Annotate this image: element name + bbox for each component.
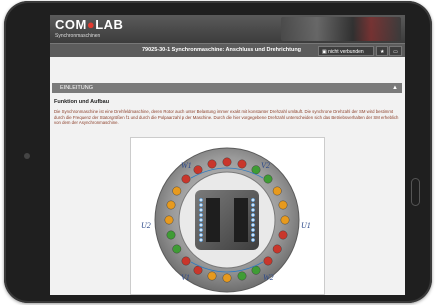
- favorite-button[interactable]: ★: [376, 46, 388, 56]
- rotor-coil-right: [250, 212, 256, 218]
- stator-conductor: [172, 186, 182, 196]
- tablet-frame: COM●LAB Synchronmaschinen 79025-30-1 Syn…: [4, 1, 432, 303]
- rotor-coil-left: [198, 207, 204, 213]
- stator-conductor: [222, 273, 232, 283]
- rotor-pole-left: [206, 198, 220, 242]
- connection-status-label: nicht verbunden: [328, 49, 364, 55]
- stator-conductor: [193, 165, 203, 175]
- page-title: 79025-30-1 Synchronmaschine: Anschluss u…: [142, 47, 302, 53]
- rotor-coil-right: [250, 202, 256, 208]
- stator-conductor: [272, 244, 282, 254]
- stator-conductor: [263, 174, 273, 184]
- synchronous-machine-diagram: W1 V2 U2 U1 V1 W2: [130, 137, 325, 295]
- stator-conductor: [280, 215, 290, 225]
- rotor-coil-right: [250, 227, 256, 233]
- section-label: EINLEITUNG: [60, 85, 94, 91]
- stator-conductor: [181, 256, 191, 266]
- rotor-coil-right: [250, 197, 256, 203]
- brand-logo: COM●LAB: [55, 17, 123, 32]
- app-screen: COM●LAB Synchronmaschinen 79025-30-1 Syn…: [50, 15, 405, 295]
- rotor-body: [195, 190, 259, 250]
- toolbar: 79025-30-1 Synchronmaschine: Anschluss u…: [50, 43, 405, 58]
- rotor-coil-left: [198, 217, 204, 223]
- section-heading: Funktion und Aufbau: [54, 99, 110, 105]
- stator-conductor: [193, 265, 203, 275]
- collapse-caret-icon[interactable]: ▲: [392, 83, 398, 93]
- home-button[interactable]: [411, 178, 420, 206]
- winding-label-w1: W1: [181, 161, 192, 170]
- winding-label-u2: U2: [141, 221, 151, 230]
- content-area: EINLEITUNG ▲ Funktion und Aufbau Die Syn…: [50, 57, 405, 295]
- brand-suffix: LAB: [95, 17, 124, 32]
- folder-icon: ▭: [393, 49, 398, 55]
- stator-conductor: [181, 174, 191, 184]
- stator-conductor: [251, 165, 261, 175]
- rotor-coil-left: [198, 232, 204, 238]
- folder-button[interactable]: ▭: [389, 46, 402, 56]
- stator-conductor: [166, 200, 176, 210]
- stator-conductor: [251, 265, 261, 275]
- rotor-pole-right: [234, 198, 248, 242]
- rotor-coil-left: [198, 237, 204, 243]
- stator-conductor: [164, 215, 174, 225]
- winding-label-u1: U1: [301, 221, 311, 230]
- stator-conductor: [166, 230, 176, 240]
- stator-conductor: [207, 159, 217, 169]
- intro-paragraph: Die Synchronmaschine ist eine Drehfeldma…: [54, 109, 399, 126]
- stator-conductor: [272, 186, 282, 196]
- winding-label-v1: V1: [181, 273, 190, 282]
- stator-conductor: [222, 157, 232, 167]
- stator-conductor: [237, 159, 247, 169]
- rotor-coil-right: [250, 232, 256, 238]
- stator-conductor: [278, 230, 288, 240]
- rotor-coil-left: [198, 202, 204, 208]
- rotor-coil-right: [250, 207, 256, 213]
- stator-conductor: [207, 271, 217, 281]
- app-subtitle: Synchronmaschinen: [55, 33, 101, 39]
- rotor-coil-right: [250, 237, 256, 243]
- connection-status-button[interactable]: ▣ nicht verbunden: [318, 46, 374, 56]
- stator-conductor: [263, 256, 273, 266]
- star-icon: ★: [380, 49, 385, 55]
- stator-conductor: [278, 200, 288, 210]
- machine-cross-section: W1 V2 U2 U1 V1 W2: [141, 147, 311, 293]
- winding-label-v2: V2: [261, 161, 270, 170]
- rotor-coil-left: [198, 197, 204, 203]
- brand-accent-dot: ●: [86, 17, 96, 32]
- rotor-coil-left: [198, 222, 204, 228]
- section-header-einleitung[interactable]: EINLEITUNG ▲: [52, 83, 402, 93]
- stator-conductor: [172, 244, 182, 254]
- app-header: COM●LAB Synchronmaschinen: [50, 15, 405, 43]
- rotor-coil-right: [250, 222, 256, 228]
- winding-label-w2: W2: [263, 273, 274, 282]
- rotor-coil-right: [250, 217, 256, 223]
- brand-prefix: COM: [55, 17, 87, 32]
- camera-icon: [24, 153, 30, 159]
- header-banner-image: [281, 17, 401, 41]
- stator-conductor: [237, 271, 247, 281]
- rotor-coil-left: [198, 227, 204, 233]
- rotor-coil-left: [198, 212, 204, 218]
